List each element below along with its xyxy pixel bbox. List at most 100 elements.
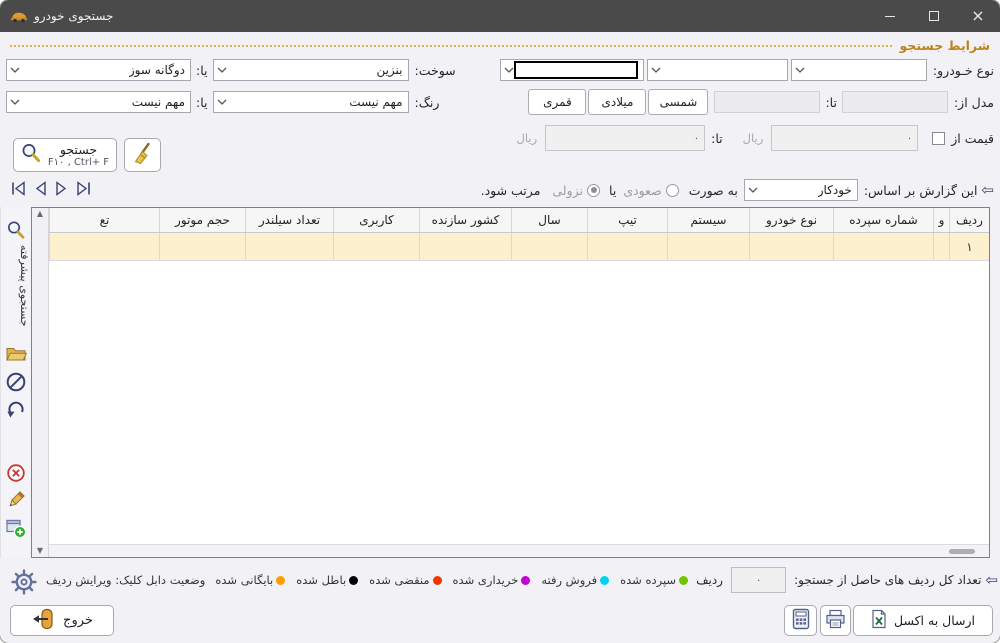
legend-item: باطل شده xyxy=(296,573,358,587)
model-from-field[interactable] xyxy=(842,91,948,113)
add-record-icon[interactable] xyxy=(1,518,31,539)
vehicle-type-combo-1[interactable] xyxy=(791,59,927,81)
settings-gear-icon[interactable] xyxy=(10,568,38,600)
clear-button[interactable] xyxy=(124,138,161,172)
price-from-value: ۰ xyxy=(907,133,912,144)
title-bar: جستجوی خودرو × xyxy=(0,0,1000,32)
currency-label: ریال xyxy=(517,131,538,145)
legend-label: بایگانی شده xyxy=(215,573,273,587)
app-window: جستجوی خودرو × شرایط جستجو نوع خـودرو: xyxy=(0,0,1000,643)
status-dot xyxy=(679,576,688,585)
status-dot xyxy=(349,576,358,585)
table-cell xyxy=(419,233,511,260)
horizontal-scrollbar-thumb[interactable] xyxy=(949,549,975,554)
color-label: رنگ: xyxy=(415,95,440,110)
calendar-gregorian-button[interactable]: میلادی xyxy=(588,89,646,115)
column-header[interactable]: و xyxy=(933,208,949,232)
next-record-icon[interactable] xyxy=(54,181,69,196)
last-record-icon[interactable] xyxy=(75,181,92,196)
descending-radio[interactable] xyxy=(587,184,600,197)
column-header[interactable]: تیپ xyxy=(587,208,667,232)
chevron-down-icon xyxy=(651,67,661,73)
column-header[interactable]: شماره سپرده xyxy=(833,208,933,232)
color-alt-combo[interactable]: مهم نیست xyxy=(6,91,191,113)
table-cell xyxy=(49,233,159,260)
legend-item: منقضی شده xyxy=(369,573,441,587)
vertical-scrollbar[interactable]: ▲ ▼ xyxy=(32,208,49,557)
first-record-icon[interactable] xyxy=(10,181,27,196)
price-from-field[interactable]: ۰ xyxy=(771,125,918,151)
table-cell xyxy=(667,233,749,260)
scroll-down-icon[interactable]: ▼ xyxy=(37,547,43,555)
exit-button[interactable]: خروج xyxy=(10,605,114,636)
cancel-icon[interactable] xyxy=(1,371,31,393)
calendar-lunar-button[interactable]: قمری xyxy=(528,89,586,115)
model-from-label: مدل از: xyxy=(954,95,994,110)
broom-icon xyxy=(132,142,154,169)
table-cell xyxy=(159,233,245,260)
calculator-button[interactable] xyxy=(784,605,817,636)
ascending-radio[interactable] xyxy=(666,184,679,197)
row-index-cell: ۱ xyxy=(949,233,989,260)
column-header[interactable]: سیستم xyxy=(667,208,749,232)
column-header[interactable]: سال xyxy=(511,208,587,232)
calendar-gregorian-label: میلادی xyxy=(601,95,633,109)
color-alt-value: مهم نیست xyxy=(132,95,185,109)
color-combo[interactable]: مهم نیست xyxy=(213,91,409,113)
fuel-alt-combo[interactable]: دوگانه سوز xyxy=(6,59,191,81)
price-to-field[interactable]: ۰ xyxy=(545,125,705,151)
edit-pencil-icon[interactable] xyxy=(1,490,31,510)
export-excel-button[interactable]: ارسال به اکسل xyxy=(853,605,993,636)
double-click-hint: وضعیت دابل کلیک: ویرایش ردیف xyxy=(46,573,205,587)
close-button[interactable]: × xyxy=(956,0,1000,32)
column-header[interactable]: کاربری xyxy=(333,208,419,232)
column-header[interactable]: ردیف xyxy=(949,208,989,232)
close-icon: × xyxy=(971,8,984,24)
advanced-search-icon[interactable] xyxy=(1,220,31,240)
print-button[interactable] xyxy=(820,605,851,636)
side-toolbar: جستجوی پیشرفته xyxy=(0,207,30,558)
calendar-jalali-label: شمسی xyxy=(660,95,698,109)
column-header[interactable]: تعداد سیلندر xyxy=(245,208,333,232)
column-header[interactable]: نوع خودرو xyxy=(749,208,833,232)
search-button[interactable]: جستجو F۱۰ , Ctrl+ F xyxy=(13,138,117,172)
calendar-jalali-button[interactable]: شمسی xyxy=(648,89,708,115)
column-header[interactable]: تع xyxy=(49,208,159,232)
minimize-button[interactable] xyxy=(868,0,912,32)
column-header[interactable]: حجم موتور xyxy=(159,208,245,232)
horizontal-scrollbar[interactable] xyxy=(49,544,989,557)
table-cell xyxy=(933,233,949,260)
back-arrow-icon: ⇦ xyxy=(981,183,994,198)
undo-icon[interactable] xyxy=(1,398,31,420)
price-checkbox[interactable] xyxy=(932,132,945,145)
maximize-button[interactable] xyxy=(912,0,956,32)
column-header[interactable]: کشور سازنده xyxy=(419,208,511,232)
model-to-field[interactable] xyxy=(714,91,820,113)
legend-label: سپرده شده xyxy=(620,573,676,587)
delete-icon[interactable] xyxy=(1,463,31,483)
focused-edit-box[interactable] xyxy=(514,61,638,79)
table-cell xyxy=(511,233,587,260)
calendar-lunar-label: قمری xyxy=(543,95,572,109)
exit-door-icon xyxy=(31,607,55,635)
dotted-divider xyxy=(10,45,892,47)
fuel-combo[interactable]: بنزین xyxy=(213,59,409,81)
sort-as-label: به صورت xyxy=(689,183,738,198)
search-button-text: جستجو F۱۰ , Ctrl+ F xyxy=(47,142,110,168)
sort-basis-combo[interactable]: خودکار xyxy=(744,179,858,201)
open-folder-icon[interactable] xyxy=(1,344,31,363)
window-body: شرایط جستجو نوع خـودرو: سوخت: بنزین xyxy=(0,32,1000,643)
advanced-search-label[interactable]: جستجوی پیشرفته xyxy=(1,245,31,327)
scroll-up-icon[interactable]: ▲ xyxy=(37,210,43,218)
price-to-value: ۰ xyxy=(694,133,699,144)
vehicle-type-combo-2[interactable] xyxy=(647,59,788,81)
vehicle-type-combo-3-focused[interactable] xyxy=(500,59,644,81)
table-row[interactable]: ۱ xyxy=(49,233,989,261)
search-label: جستجو xyxy=(60,142,97,157)
previous-record-icon[interactable] xyxy=(33,181,48,196)
grid-header-row: ردیف و شماره سپرده نوع خودرو سیستم تیپ س… xyxy=(49,208,989,233)
section-title: شرایط جستجو xyxy=(900,38,990,53)
status-legend: سپرده شده فروش رفته خریداری شده منقضی شد… xyxy=(215,573,688,587)
legend-item: بایگانی شده xyxy=(215,573,285,587)
vehicle-type-label: نوع خـودرو: xyxy=(933,63,994,78)
